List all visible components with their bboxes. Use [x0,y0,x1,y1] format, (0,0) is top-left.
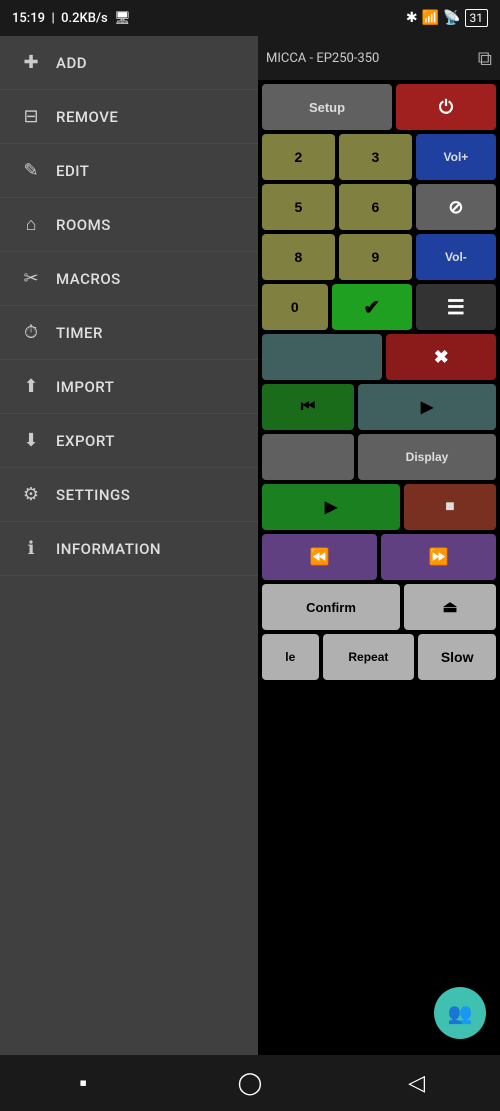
play-button[interactable]: ▶ [262,484,400,530]
btn-6[interactable]: 6 [339,184,412,230]
fab-button[interactable]: 👥 [434,987,486,1039]
btn-2[interactable]: 2 [262,134,335,180]
remote-row-11: Confirm ⏏ [262,584,496,630]
sidebar-item-remove-label: REMOVE [56,108,118,126]
remote-row-7: ⏮ ▶ [262,384,496,430]
status-time-data: 15:19 | 0.2KB/s 🖥 [12,11,131,26]
slow-button[interactable]: Slow [418,634,496,680]
remote-row-1: Setup ⏻ [262,84,496,130]
remote-buttons-area: Setup ⏻ 2 3 Vol+ 5 6 ⊘ 8 9 Vol- 0 ✔ ☰ [258,80,500,684]
stop-button[interactable]: ■ [404,484,496,530]
sidebar-item-timer-label: TIMER [56,324,103,342]
play-fwd-button[interactable]: ▶ [358,384,496,430]
confirm-button[interactable]: Confirm [262,584,400,630]
status-icons: ✱ 📶 📡 31 [406,9,488,27]
remote-row-10: ⏪ ⏩ [262,534,496,580]
display-button[interactable]: Display [358,434,496,480]
bluetooth-icon: ✱ [406,10,418,26]
prev-button[interactable]: ⏮ [262,384,354,430]
sidebar-item-macros-label: MACROS [56,270,121,288]
nav-back-button[interactable]: ◁ [392,1063,442,1103]
blank-button-1[interactable] [262,434,354,480]
sidebar-item-add-label: ADD [56,54,87,72]
macros-icon: ✂ [20,268,42,289]
sidebar-item-remove[interactable]: ⊟ REMOVE [0,90,258,144]
person-add-icon: 👥 [448,1001,473,1025]
sidebar-item-settings[interactable]: ⚙ SETTINGS [0,468,258,522]
setup-button[interactable]: Setup [262,84,392,130]
mute-button[interactable]: ⊘ [416,184,496,230]
import-icon: ⬆ [20,376,42,397]
edit-icon: ✎ [20,160,42,181]
remove-icon: ⊟ [20,106,42,127]
remote-row-9: ▶ ■ [262,484,496,530]
sidebar-item-information-label: INFORMATION [56,540,161,558]
status-bar: 15:19 | 0.2KB/s 🖥 ✱ 📶 📡 31 [0,0,500,36]
status-time: 15:19 [12,11,45,26]
remote-title: MICCA - EP250-350 [266,51,379,66]
repeat-button[interactable]: Repeat [323,634,415,680]
vol-minus-button[interactable]: Vol- [416,234,496,280]
battery-icon: 31 [465,9,489,27]
btn-3[interactable]: 3 [339,134,412,180]
add-icon: ✚ [20,52,42,73]
sidebar-item-export-label: EXPORT [56,432,115,450]
export-icon: ⬇ [20,430,42,451]
ok-button[interactable]: ✔ [332,284,412,330]
sidebar-item-rooms-label: ROOMS [56,216,111,234]
sidebar-item-timer[interactable]: ⏱ TIMER [0,306,258,360]
sidebar-item-macros[interactable]: ✂ MACROS [0,252,258,306]
btn-9[interactable]: 9 [339,234,412,280]
sidebar-item-import[interactable]: ⬆ IMPORT [0,360,258,414]
back-button[interactable] [262,334,382,380]
sidebar-item-rooms[interactable]: ⌂ ROOMS [0,198,258,252]
remote-row-5: 0 ✔ ☰ [262,284,496,330]
timer-icon: ⏱ [20,322,42,343]
remote-header: MICCA - EP250-350 ⧉ [258,36,500,80]
sidebar: ✚ ADD ⊟ REMOVE ✎ EDIT ⌂ ROOMS ✂ MACROS ⏱… [0,36,258,1055]
copy-icon[interactable]: ⧉ [478,46,492,70]
remote-row-2: 2 3 Vol+ [262,134,496,180]
sidebar-item-edit[interactable]: ✎ EDIT [0,144,258,198]
nav-square-button[interactable]: ▪ [58,1063,108,1103]
sidebar-item-edit-label: EDIT [56,162,89,180]
sidebar-item-information[interactable]: ℹ INFORMATION [0,522,258,576]
home-icon: ⌂ [20,214,42,235]
eject-button[interactable]: ⏏ [404,584,496,630]
angle-button[interactable]: le [262,634,319,680]
power-button[interactable]: ⏻ [396,84,496,130]
navigation-bar: ▪ ◯ ◁ [0,1055,500,1111]
status-data: 0.2KB/s [61,11,108,26]
fast-forward-button[interactable]: ⏩ [381,534,496,580]
rewind-button[interactable]: ⏪ [262,534,377,580]
gear-icon: ⚙ [20,484,42,505]
menu-button[interactable]: ☰ [416,284,496,330]
signal-icon: 📶 [422,10,439,26]
sidebar-item-add[interactable]: ✚ ADD [0,36,258,90]
btn-5[interactable]: 5 [262,184,335,230]
nav-home-button[interactable]: ◯ [225,1063,275,1103]
sidebar-item-settings-label: SETTINGS [56,486,130,504]
sidebar-item-export[interactable]: ⬇ EXPORT [0,414,258,468]
remote-row-8: Display [262,434,496,480]
btn-0[interactable]: 0 [262,284,328,330]
cancel-button[interactable]: ✖ [386,334,496,380]
remote-row-12: le Repeat Slow [262,634,496,680]
remote-row-3: 5 6 ⊘ [262,184,496,230]
btn-8[interactable]: 8 [262,234,335,280]
sidebar-item-import-label: IMPORT [56,378,114,396]
remote-row-6: ✖ [262,334,496,380]
remote-panel: MICCA - EP250-350 ⧉ Setup ⏻ 2 3 Vol+ 5 6… [258,36,500,1055]
vol-plus-button[interactable]: Vol+ [416,134,496,180]
remote-row-4: 8 9 Vol- [262,234,496,280]
wifi-icon: 📡 [443,10,460,26]
info-icon: ℹ [20,538,42,559]
